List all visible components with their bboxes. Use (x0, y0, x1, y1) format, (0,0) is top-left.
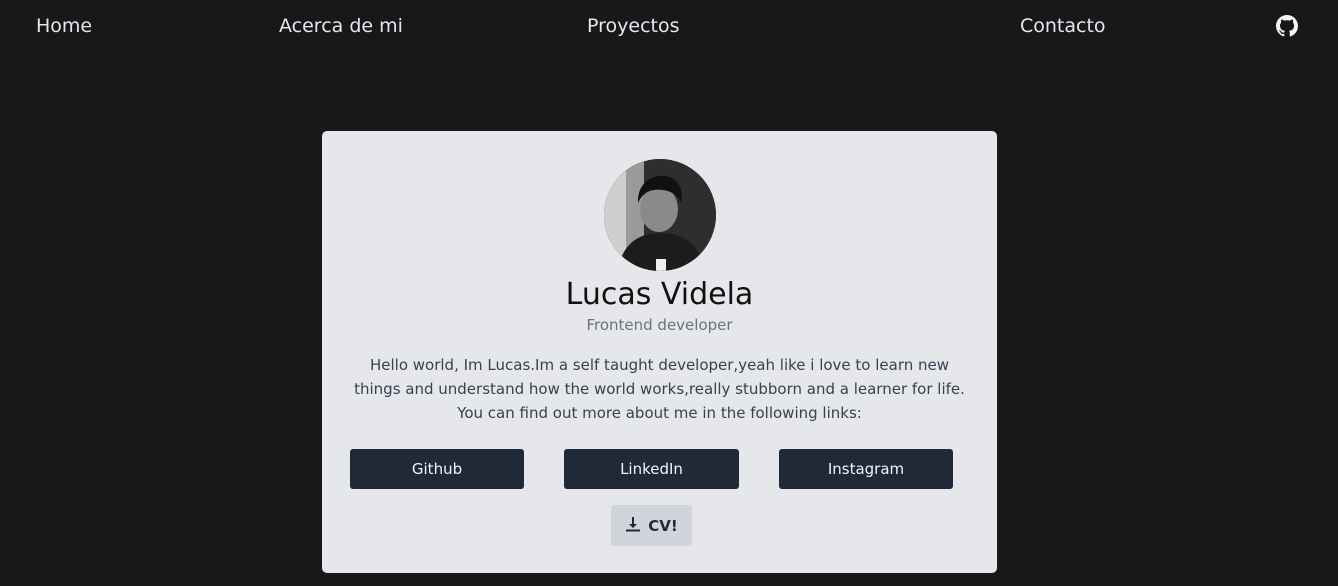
cv-label: CV! (648, 516, 678, 535)
nav-link-acerca-de-mi[interactable]: Acerca de mi (279, 13, 403, 39)
nav-link-home[interactable]: Home (36, 13, 92, 39)
download-icon (625, 516, 641, 536)
nav-link-proyectos[interactable]: Proyectos (587, 13, 680, 39)
profile-card: Lucas Videla Frontend developer Hello wo… (322, 131, 997, 573)
profile-bio: Hello world, Im Lucas.Im a self taught d… (342, 353, 977, 425)
profile-photo (604, 159, 716, 271)
instagram-button[interactable]: Instagram (779, 449, 953, 489)
linkedin-button[interactable]: LinkedIn (564, 449, 739, 489)
download-cv-button[interactable]: CV! (611, 505, 692, 546)
profile-name: Lucas Videla (565, 277, 754, 312)
bio-line: Hello world, Im Lucas.Im a self taught d… (369, 356, 950, 374)
top-nav: Home Acerca de mi Proyectos Contacto (0, 0, 1338, 52)
nav-link-contacto[interactable]: Contacto (1020, 13, 1106, 39)
profile-role: Frontend developer (586, 316, 733, 334)
bio-line: things and understand how the world work… (354, 380, 965, 398)
bio-line: You can find out more about me in the fo… (457, 404, 862, 422)
github-button[interactable]: Github (350, 449, 524, 489)
github-icon[interactable] (1276, 15, 1298, 37)
